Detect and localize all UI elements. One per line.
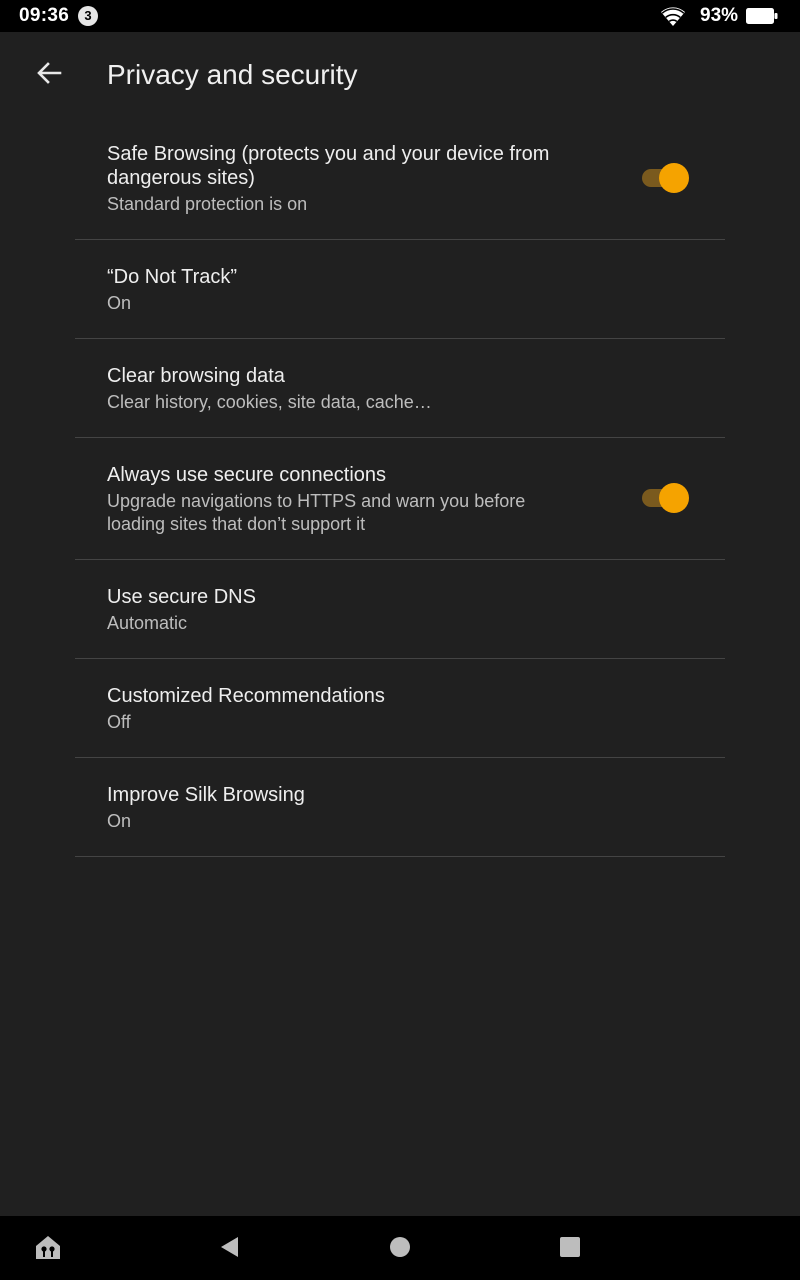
- setting-title: Clear browsing data: [107, 365, 285, 387]
- setting-text: Safe Browsing (protects you and your dev…: [107, 142, 587, 216]
- setting-secure-connections[interactable]: Always use secure connections Upgrade na…: [75, 438, 725, 560]
- toolbar: Privacy and security: [0, 32, 800, 120]
- setting-title: Safe Browsing (protects you and your dev…: [107, 143, 550, 189]
- setting-customized-recommendations[interactable]: Customized Recommendations Off: [75, 659, 725, 758]
- setting-title: Improve Silk Browsing: [107, 784, 305, 806]
- setting-text: Use secure DNS Automatic: [107, 585, 587, 635]
- setting-text: Clear browsing data Clear history, cooki…: [107, 364, 587, 414]
- setting-title: Customized Recommendations: [107, 685, 385, 707]
- setting-summary: Standard protection is on: [107, 194, 308, 214]
- safe-browsing-toggle[interactable]: [642, 163, 692, 193]
- nav-back-button[interactable]: [212, 1232, 246, 1266]
- setting-improve-silk-browsing[interactable]: Improve Silk Browsing On: [75, 758, 725, 857]
- setting-summary: Upgrade navigations to HTTPS and warn yo…: [107, 491, 526, 534]
- home-launcher-button[interactable]: [31, 1232, 65, 1266]
- setting-do-not-track[interactable]: “Do Not Track” On: [75, 240, 725, 339]
- setting-title: “Do Not Track”: [107, 266, 238, 288]
- setting-title: Use secure DNS: [107, 586, 256, 608]
- setting-summary: On: [107, 293, 132, 313]
- nav-recents-button[interactable]: [553, 1232, 587, 1266]
- toggle-thumb: [659, 163, 689, 193]
- setting-summary: Off: [107, 712, 131, 732]
- nav-home-button[interactable]: [383, 1232, 417, 1266]
- wifi-icon: [659, 5, 687, 27]
- secure-connections-toggle[interactable]: [642, 483, 692, 513]
- setting-clear-browsing-data[interactable]: Clear browsing data Clear history, cooki…: [75, 339, 725, 438]
- arrow-left-icon: [36, 61, 62, 90]
- setting-summary: On: [107, 811, 132, 831]
- status-time: 09:36: [19, 5, 70, 26]
- setting-secure-dns[interactable]: Use secure DNS Automatic: [75, 560, 725, 659]
- circle-home-icon: [389, 1236, 411, 1263]
- navigation-bar: [0, 1216, 800, 1280]
- setting-summary: Automatic: [107, 613, 188, 633]
- setting-summary: Clear history, cookies, site data, cache…: [107, 392, 432, 412]
- toggle-thumb: [659, 483, 689, 513]
- setting-text: Improve Silk Browsing On: [107, 783, 587, 833]
- triangle-back-icon: [218, 1235, 240, 1264]
- square-recents-icon: [559, 1236, 581, 1263]
- battery-percent: 93%: [700, 5, 739, 26]
- status-bar: 09:36 3 93%: [0, 0, 800, 32]
- setting-text: “Do Not Track” On: [107, 265, 587, 315]
- setting-title: Always use secure connections: [107, 464, 387, 486]
- settings-list: Safe Browsing (protects you and your dev…: [75, 128, 725, 857]
- setting-text: Always use secure connections Upgrade na…: [107, 463, 587, 536]
- setting-text: Customized Recommendations Off: [107, 684, 587, 734]
- setting-safe-browsing[interactable]: Safe Browsing (protects you and your dev…: [75, 128, 725, 240]
- battery-icon: [746, 8, 778, 24]
- page-title: Privacy and security: [107, 59, 358, 90]
- notification-count-badge: 3: [78, 6, 98, 26]
- home-launcher-icon: [33, 1232, 63, 1267]
- back-button[interactable]: [26, 52, 72, 98]
